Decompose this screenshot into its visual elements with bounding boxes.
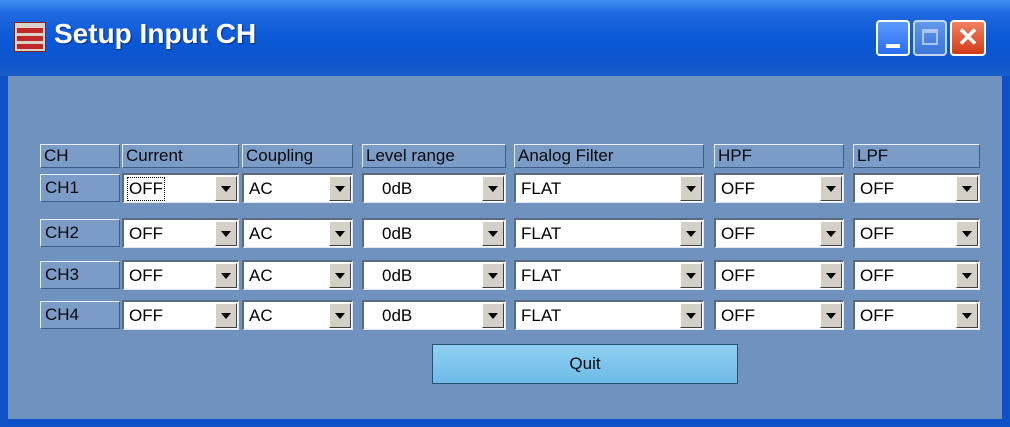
ch4-coupling-select[interactable]: AC [242,300,353,330]
ch2-coupling-value: AC [249,224,273,243]
chevron-down-icon[interactable] [680,263,702,288]
quit-button[interactable]: Quit [432,344,738,384]
ch4-current-select[interactable]: OFF [122,300,239,330]
ch1-hpf-select[interactable]: OFF [714,173,844,203]
window-border-bottom [0,419,1010,427]
ch2-analog-filter-select[interactable]: FLAT [514,218,704,248]
ch4-lpf-select[interactable]: OFF [853,300,980,330]
ch2-current-value: OFF [129,224,163,243]
chevron-down-icon[interactable] [329,221,351,246]
close-icon: ✕ [957,22,979,52]
ch3-analog-filter-select[interactable]: FLAT [514,260,704,290]
header-level-range: Level range [362,144,506,168]
minimize-icon [886,44,900,48]
maximize-icon [922,29,938,45]
ch3-analog-filter-value: FLAT [521,266,562,285]
chevron-down-icon[interactable] [820,221,842,246]
chevron-down-icon[interactable] [482,176,504,201]
ch3-hpf-value: OFF [721,266,755,285]
ch1-label: CH1 [40,174,120,202]
ch4-hpf-value: OFF [721,306,755,325]
chevron-down-icon[interactable] [680,176,702,201]
chevron-down-icon[interactable] [956,176,978,201]
app-icon[interactable] [14,22,46,52]
client-area: CH Current Coupling Level range Analog F… [8,76,1002,419]
close-button[interactable]: ✕ [950,20,986,56]
ch2-lpf-value: OFF [860,224,894,243]
ch1-hpf-value: OFF [721,179,755,198]
ch2-coupling-select[interactable]: AC [242,218,353,248]
chevron-down-icon[interactable] [680,303,702,328]
ch4-coupling-value: AC [249,306,273,325]
chevron-down-icon[interactable] [329,303,351,328]
header-hpf: HPF [714,144,844,168]
ch4-level-range-select[interactable]: 0dB [362,300,506,330]
chevron-down-icon[interactable] [956,221,978,246]
window-border-left [0,76,8,427]
chevron-down-icon[interactable] [956,303,978,328]
ch2-analog-filter-value: FLAT [521,224,562,243]
header-analog-filter: Analog Filter [514,144,704,168]
ch3-lpf-value: OFF [860,266,894,285]
ch1-level-range-value: 0dB [382,179,413,198]
ch1-current-value: OFF [127,177,165,201]
header-lpf: LPF [853,144,980,168]
ch3-level-range-select[interactable]: 0dB [362,260,506,290]
ch2-lpf-select[interactable]: OFF [853,218,980,248]
ch4-analog-filter-value: FLAT [521,306,562,325]
ch2-label: CH2 [40,219,120,247]
ch1-current-select[interactable]: OFF [122,173,239,203]
header-current: Current [122,144,239,168]
ch1-coupling-value: AC [249,179,273,198]
chevron-down-icon[interactable] [482,221,504,246]
minimize-button[interactable] [876,20,910,56]
ch3-level-range-value: 0dB [382,266,413,285]
ch1-coupling-select[interactable]: AC [242,173,353,203]
ch2-hpf-value: OFF [721,224,755,243]
ch4-level-range-value: 0dB [382,306,413,325]
ch3-lpf-select[interactable]: OFF [853,260,980,290]
ch1-lpf-select[interactable]: OFF [853,173,980,203]
chevron-down-icon[interactable] [329,176,351,201]
ch3-coupling-select[interactable]: AC [242,260,353,290]
chevron-down-icon[interactable] [215,303,237,328]
ch3-current-select[interactable]: OFF [122,260,239,290]
ch1-analog-filter-value: FLAT [521,179,562,198]
ch2-current-select[interactable]: OFF [122,218,239,248]
ch1-analog-filter-select[interactable]: FLAT [514,173,704,203]
title-bar[interactable]: Setup Input CH ✕ [0,0,1010,76]
ch4-lpf-value: OFF [860,306,894,325]
ch4-current-value: OFF [129,306,163,325]
ch1-level-range-select[interactable]: 0dB [362,173,506,203]
ch2-level-range-value: 0dB [382,224,413,243]
header-ch: CH [40,144,120,168]
window-border-right [1002,76,1010,427]
chevron-down-icon[interactable] [482,303,504,328]
chevron-down-icon[interactable] [215,263,237,288]
ch3-label: CH3 [40,261,120,289]
ch3-current-value: OFF [129,266,163,285]
window-title: Setup Input CH [54,18,257,49]
ch4-hpf-select[interactable]: OFF [714,300,844,330]
ch3-coupling-value: AC [249,266,273,285]
chevron-down-icon[interactable] [820,176,842,201]
header-coupling: Coupling [242,144,353,168]
chevron-down-icon[interactable] [482,263,504,288]
chevron-down-icon[interactable] [215,176,237,201]
chevron-down-icon[interactable] [956,263,978,288]
setup-input-ch-window: Setup Input CH ✕ CH Current Coupling Lev… [0,0,1010,427]
chevron-down-icon[interactable] [820,303,842,328]
ch3-hpf-select[interactable]: OFF [714,260,844,290]
ch1-lpf-value: OFF [860,179,894,198]
chevron-down-icon[interactable] [680,221,702,246]
chevron-down-icon[interactable] [215,221,237,246]
chevron-down-icon[interactable] [329,263,351,288]
ch4-label: CH4 [40,301,120,329]
chevron-down-icon[interactable] [820,263,842,288]
ch2-hpf-select[interactable]: OFF [714,218,844,248]
maximize-button[interactable] [913,20,947,56]
ch4-analog-filter-select[interactable]: FLAT [514,300,704,330]
ch2-level-range-select[interactable]: 0dB [362,218,506,248]
